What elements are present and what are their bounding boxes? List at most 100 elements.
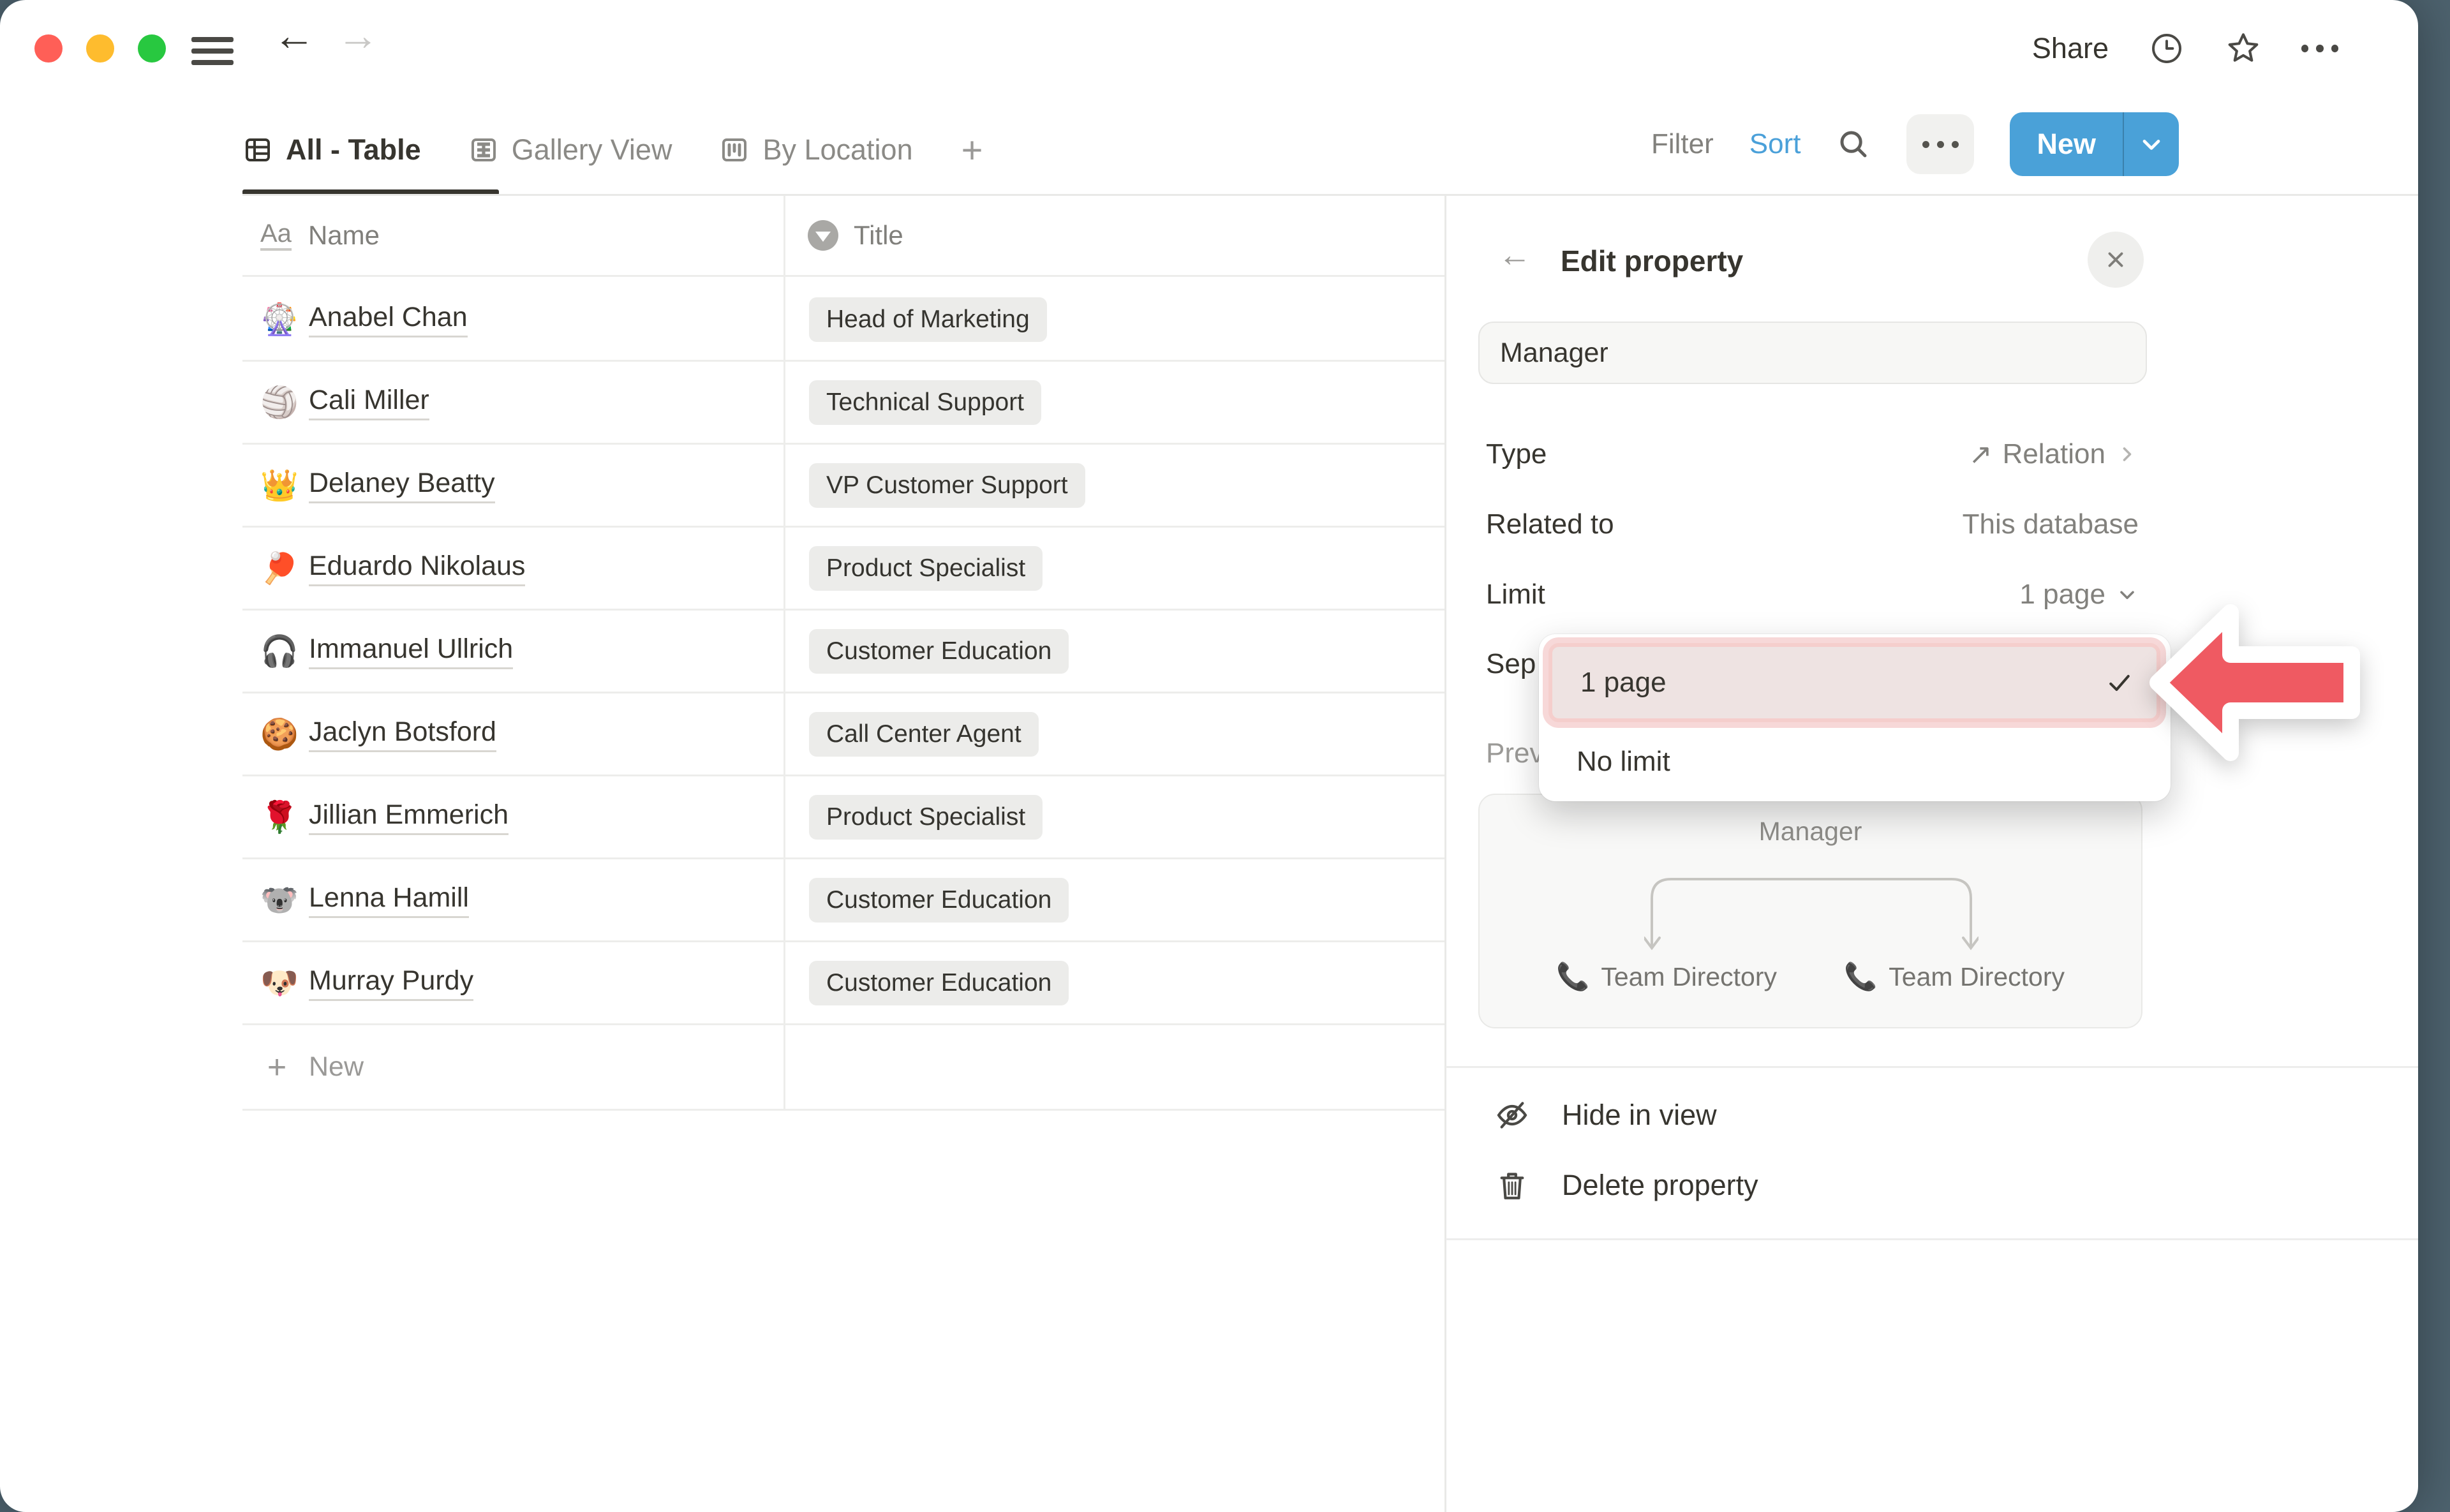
page-link[interactable]: Anabel Chan xyxy=(309,302,468,337)
hide-in-view-button[interactable]: Hide in view xyxy=(1494,1083,1717,1147)
panel-section-divider xyxy=(1446,1238,2418,1240)
table-row[interactable]: 👑 Delaney Beatty VP Customer Support xyxy=(242,445,1444,528)
back-arrow-icon[interactable]: ← xyxy=(273,14,315,56)
new-button-label[interactable]: New xyxy=(2010,112,2123,176)
check-icon xyxy=(2105,669,2134,697)
select-property-icon xyxy=(808,220,838,251)
add-view-plus-icon[interactable]: + xyxy=(961,129,983,172)
page-link[interactable]: Jaclyn Botsford xyxy=(309,716,496,752)
property-row-type[interactable]: Type ↗ Relation xyxy=(1486,419,2139,489)
option-1-page-label: 1 page xyxy=(1580,667,1667,699)
relation-preview-card: Manager 📞 Team Directory 📞 Team Director… xyxy=(1478,794,2142,1028)
property-row-limit[interactable]: Limit 1 page xyxy=(1486,560,2139,630)
traffic-light-close-button[interactable] xyxy=(34,34,63,63)
preview-related-page: 📞 Team Directory xyxy=(1844,961,2065,993)
table-row[interactable]: 🏓 Eduardo Nikolaus Product Specialist xyxy=(242,528,1444,611)
table-row[interactable]: 🍪 Jaclyn Botsford Call Center Agent xyxy=(242,693,1444,776)
title-tag: Call Center Agent xyxy=(809,712,1039,757)
row-emoji-icon: 🍪 xyxy=(260,716,293,752)
name-cell[interactable]: 🐨 Lenna Hamill xyxy=(242,859,783,940)
favorite-star-icon[interactable] xyxy=(2225,30,2262,67)
new-button[interactable]: New xyxy=(2010,112,2179,176)
row-emoji-icon: 🌹 xyxy=(260,799,293,835)
table-row[interactable]: 🐶 Murray Purdy Customer Education xyxy=(242,942,1444,1025)
table-row[interactable]: 🎧 Immanuel Ullrich Customer Education xyxy=(242,611,1444,693)
traffic-light-zoom-button[interactable] xyxy=(138,34,166,63)
sort-button[interactable]: Sort xyxy=(1749,128,1801,160)
property-name-input[interactable] xyxy=(1478,322,2147,384)
title-cell[interactable]: VP Customer Support xyxy=(783,445,1444,526)
dropdown-option-no-limit[interactable]: No limit xyxy=(1548,730,2160,794)
name-cell[interactable]: 🎧 Immanuel Ullrich xyxy=(242,611,783,692)
new-row-label: New xyxy=(309,1051,364,1083)
row-emoji-icon: 🐨 xyxy=(260,882,293,918)
table-row[interactable]: 🌹 Jillian Emmerich Product Specialist xyxy=(242,776,1444,859)
title-tag: VP Customer Support xyxy=(809,463,1085,508)
tab-by-location[interactable]: By Location xyxy=(719,133,912,167)
phone-icon: 📞 xyxy=(1844,961,1877,993)
page-link[interactable]: Lenna Hamill xyxy=(309,882,469,918)
column-header-name[interactable]: Aa Name xyxy=(242,220,783,251)
page-link[interactable]: Immanuel Ullrich xyxy=(309,634,513,669)
share-button[interactable]: Share xyxy=(2032,32,2109,65)
text-property-icon: Aa xyxy=(260,220,292,251)
title-cell[interactable]: Customer Education xyxy=(783,611,1444,692)
name-cell[interactable]: 🎡 Anabel Chan xyxy=(242,279,783,360)
title-cell[interactable]: Head of Marketing xyxy=(783,279,1444,360)
new-button-chevron-down-icon[interactable] xyxy=(2124,112,2179,176)
title-cell[interactable]: Product Specialist xyxy=(783,528,1444,609)
more-options-icon[interactable] xyxy=(2301,30,2338,67)
page-link[interactable]: Eduardo Nikolaus xyxy=(309,551,525,586)
preview-root-label: Manager xyxy=(1480,817,2141,847)
search-icon[interactable] xyxy=(1836,127,1871,161)
page-link[interactable]: Delaney Beatty xyxy=(309,468,495,503)
name-cell[interactable]: 🐶 Murray Purdy xyxy=(242,942,783,1023)
tab-gallery-view[interactable]: Gallery View xyxy=(468,133,672,167)
forward-arrow-icon[interactable]: → xyxy=(337,14,379,56)
name-cell[interactable]: 🏐 Cali Miller xyxy=(242,362,783,443)
eye-off-icon xyxy=(1494,1097,1530,1133)
plus-icon: + xyxy=(260,1048,293,1086)
table-row[interactable]: 🎡 Anabel Chan Head of Marketing xyxy=(242,279,1444,362)
column-header-title[interactable]: Title xyxy=(783,220,1444,251)
name-cell[interactable]: 👑 Delaney Beatty xyxy=(242,445,783,526)
annotation-arrow-left-icon xyxy=(2148,597,2361,768)
name-cell[interactable]: 🏓 Eduardo Nikolaus xyxy=(242,528,783,609)
row-emoji-icon: 🏓 xyxy=(260,550,293,586)
panel-back-arrow-icon[interactable]: ← xyxy=(1498,236,1531,274)
tab-all-table[interactable]: All - Table xyxy=(242,133,421,167)
title-tag: Technical Support xyxy=(809,380,1041,425)
chevron-down-icon xyxy=(2116,583,2139,606)
title-cell[interactable]: Product Specialist xyxy=(783,776,1444,857)
new-row-button[interactable]: + New xyxy=(242,1025,1444,1111)
panel-section-divider xyxy=(1446,1066,2418,1068)
page-link[interactable]: Murray Purdy xyxy=(309,965,473,1001)
table-row[interactable]: 🏐 Cali Miller Technical Support xyxy=(242,362,1444,445)
property-row-related-to[interactable]: Related to This database xyxy=(1486,489,2139,560)
dropdown-option-1-page[interactable]: 1 page xyxy=(1548,643,2160,722)
updates-clock-icon[interactable] xyxy=(2148,30,2185,67)
preview-related-page: 📞 Team Directory xyxy=(1556,961,1777,993)
delete-property-button[interactable]: Delete property xyxy=(1494,1153,1758,1217)
traffic-light-minimize-button[interactable] xyxy=(86,34,114,63)
sidebar-menu-icon[interactable] xyxy=(191,37,234,65)
title-cell[interactable]: Technical Support xyxy=(783,362,1444,443)
row-emoji-icon: 🎧 xyxy=(260,633,293,669)
table-row[interactable]: 🐨 Lenna Hamill Customer Education xyxy=(242,859,1444,942)
filter-button[interactable]: Filter xyxy=(1651,128,1714,160)
page-link[interactable]: Jillian Emmerich xyxy=(309,799,509,835)
name-cell[interactable]: 🌹 Jillian Emmerich xyxy=(242,776,783,857)
title-tag: Product Specialist xyxy=(809,795,1043,840)
panel-close-icon[interactable] xyxy=(2088,232,2144,288)
title-cell[interactable]: Customer Education xyxy=(783,942,1444,1023)
relation-split-connector xyxy=(1644,870,1979,971)
tab-all-table-label: All - Table xyxy=(286,133,421,167)
type-value: Relation xyxy=(2003,438,2105,470)
name-cell[interactable]: 🍪 Jaclyn Botsford xyxy=(242,693,783,775)
title-cell[interactable]: Customer Education xyxy=(783,859,1444,940)
delete-property-label: Delete property xyxy=(1562,1169,1758,1202)
view-options-ellipsis-button[interactable] xyxy=(1906,114,1974,174)
tab-gallery-view-label: Gallery View xyxy=(512,133,672,167)
title-cell[interactable]: Call Center Agent xyxy=(783,693,1444,775)
page-link[interactable]: Cali Miller xyxy=(309,385,429,420)
